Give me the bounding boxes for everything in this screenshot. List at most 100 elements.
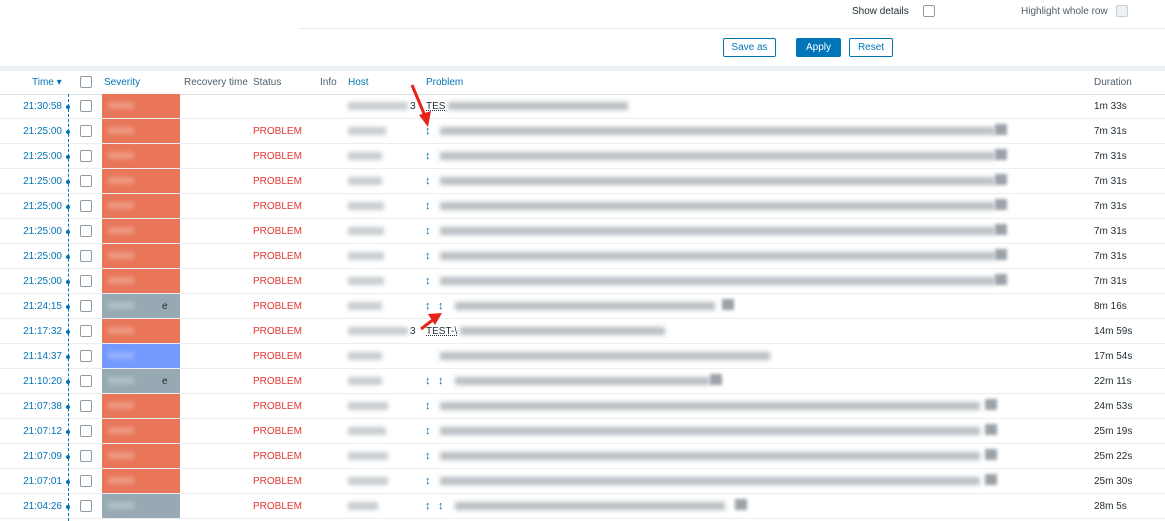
up-down-arrow-icon[interactable]: ↕ — [425, 250, 431, 262]
row-checkbox[interactable] — [80, 250, 92, 262]
event-time[interactable]: 21:25:00 — [0, 276, 62, 287]
up-down-arrow-icon[interactable]: ↕ — [425, 275, 431, 287]
row-checkbox[interactable] — [80, 100, 92, 112]
severity-cell[interactable] — [102, 219, 180, 243]
row-checkbox[interactable] — [80, 175, 92, 187]
up-down-arrow-icon[interactable]: ↕ — [425, 425, 431, 437]
up-down-arrow-icon[interactable]: ↕ — [425, 475, 431, 487]
event-time[interactable]: 21:04:26 — [0, 501, 62, 512]
host-redacted[interactable] — [348, 452, 388, 460]
row-checkbox[interactable] — [80, 500, 92, 512]
event-time[interactable]: 21:07:01 — [0, 476, 62, 487]
host-redacted[interactable] — [348, 352, 382, 360]
problem-text-redacted[interactable] — [440, 252, 995, 260]
up-down-arrow-icon[interactable]: ↕ — [425, 225, 431, 237]
up-down-arrow-icon[interactable]: ↕ — [425, 150, 431, 162]
column-severity[interactable]: Severity — [104, 77, 140, 88]
event-time[interactable]: 21:10:20 — [0, 376, 62, 387]
problem-text-redacted[interactable] — [440, 452, 980, 460]
row-checkbox[interactable] — [80, 150, 92, 162]
severity-cell[interactable] — [102, 244, 180, 268]
problem-text-redacted[interactable] — [440, 477, 980, 485]
row-checkbox[interactable] — [80, 450, 92, 462]
problem-text-redacted[interactable] — [440, 227, 995, 235]
host-redacted[interactable] — [348, 502, 378, 510]
up-down-arrow-icon[interactable]: ↕ — [425, 400, 431, 412]
apply-button[interactable]: Apply — [796, 38, 841, 57]
host-redacted[interactable] — [348, 377, 382, 385]
event-time[interactable]: 21:24:15 — [0, 301, 62, 312]
problem-text-redacted[interactable] — [440, 127, 995, 135]
severity-cell[interactable] — [102, 269, 180, 293]
host-redacted[interactable] — [348, 152, 382, 160]
event-time[interactable]: 21:25:00 — [0, 151, 62, 162]
problem-text-redacted[interactable] — [440, 352, 770, 360]
problem-text-redacted[interactable] — [455, 377, 710, 385]
problem-text-redacted[interactable] — [440, 202, 995, 210]
severity-cell[interactable] — [102, 319, 180, 343]
host-redacted[interactable] — [348, 302, 382, 310]
host-redacted[interactable] — [348, 477, 388, 485]
severity-cell[interactable] — [102, 144, 180, 168]
row-checkbox[interactable] — [80, 300, 92, 312]
event-time[interactable]: 21:07:12 — [0, 426, 62, 437]
host-redacted[interactable] — [348, 127, 386, 135]
problem-text-redacted[interactable] — [455, 502, 725, 510]
row-checkbox[interactable] — [80, 225, 92, 237]
up-down-arrow-icon[interactable]: ↕ — [425, 375, 431, 387]
row-checkbox[interactable] — [80, 125, 92, 137]
row-checkbox[interactable] — [80, 400, 92, 412]
severity-cell[interactable] — [102, 419, 180, 443]
severity-cell[interactable] — [102, 194, 180, 218]
show-details-checkbox[interactable] — [922, 5, 935, 17]
event-time[interactable]: 21:07:09 — [0, 451, 62, 462]
column-host[interactable]: Host — [348, 77, 369, 88]
problem-text-redacted[interactable] — [460, 327, 665, 335]
row-checkbox[interactable] — [80, 350, 92, 362]
event-time[interactable]: 21:14:37 — [0, 351, 62, 362]
severity-cell[interactable] — [102, 444, 180, 468]
event-time[interactable]: 21:30:58 — [0, 101, 62, 112]
severity-cell[interactable] — [102, 394, 180, 418]
severity-cell[interactable] — [102, 94, 180, 118]
event-time[interactable]: 21:25:00 — [0, 176, 62, 187]
severity-cell[interactable] — [102, 469, 180, 493]
column-time[interactable]: Time ▾ — [32, 77, 62, 88]
event-time[interactable]: 21:17:32 — [0, 326, 62, 337]
row-checkbox[interactable] — [80, 200, 92, 212]
event-time[interactable]: 21:25:00 — [0, 201, 62, 212]
host-redacted[interactable] — [348, 402, 388, 410]
problem-text-redacted[interactable] — [440, 177, 995, 185]
event-time[interactable]: 21:25:00 — [0, 226, 62, 237]
severity-cell[interactable] — [102, 494, 180, 518]
event-time[interactable]: 21:25:00 — [0, 251, 62, 262]
severity-cell[interactable] — [102, 344, 180, 368]
problem-text-redacted[interactable] — [448, 102, 628, 110]
host-redacted[interactable] — [348, 252, 384, 260]
severity-cell[interactable] — [102, 169, 180, 193]
save-as-button[interactable]: Save as — [723, 38, 776, 57]
row-checkbox[interactable] — [80, 375, 92, 387]
problem-text-redacted[interactable] — [440, 277, 995, 285]
severity-cell[interactable] — [102, 119, 180, 143]
up-down-arrow-icon[interactable]: ↕ — [425, 200, 431, 212]
problem-text-redacted[interactable] — [455, 302, 715, 310]
host-redacted[interactable] — [348, 102, 408, 110]
severity-cell[interactable]: e — [102, 369, 180, 393]
row-checkbox[interactable] — [80, 325, 92, 337]
host-redacted[interactable] — [348, 427, 386, 435]
up-down-arrow-icon[interactable]: ↕ — [438, 375, 444, 387]
show-details-option[interactable]: Show details — [852, 5, 935, 17]
host-redacted[interactable] — [348, 277, 384, 285]
select-all-checkbox[interactable] — [80, 76, 92, 88]
host-redacted[interactable] — [348, 227, 384, 235]
row-checkbox[interactable] — [80, 425, 92, 437]
problem-text-redacted[interactable] — [440, 152, 995, 160]
event-time[interactable]: 21:07:38 — [0, 401, 62, 412]
up-down-arrow-icon[interactable]: ↕ — [438, 500, 444, 512]
problem-text-redacted[interactable] — [440, 427, 980, 435]
host-redacted[interactable] — [348, 202, 384, 210]
problem-text-redacted[interactable] — [440, 402, 980, 410]
host-redacted[interactable] — [348, 327, 408, 335]
up-down-arrow-icon[interactable]: ↕ — [425, 500, 431, 512]
